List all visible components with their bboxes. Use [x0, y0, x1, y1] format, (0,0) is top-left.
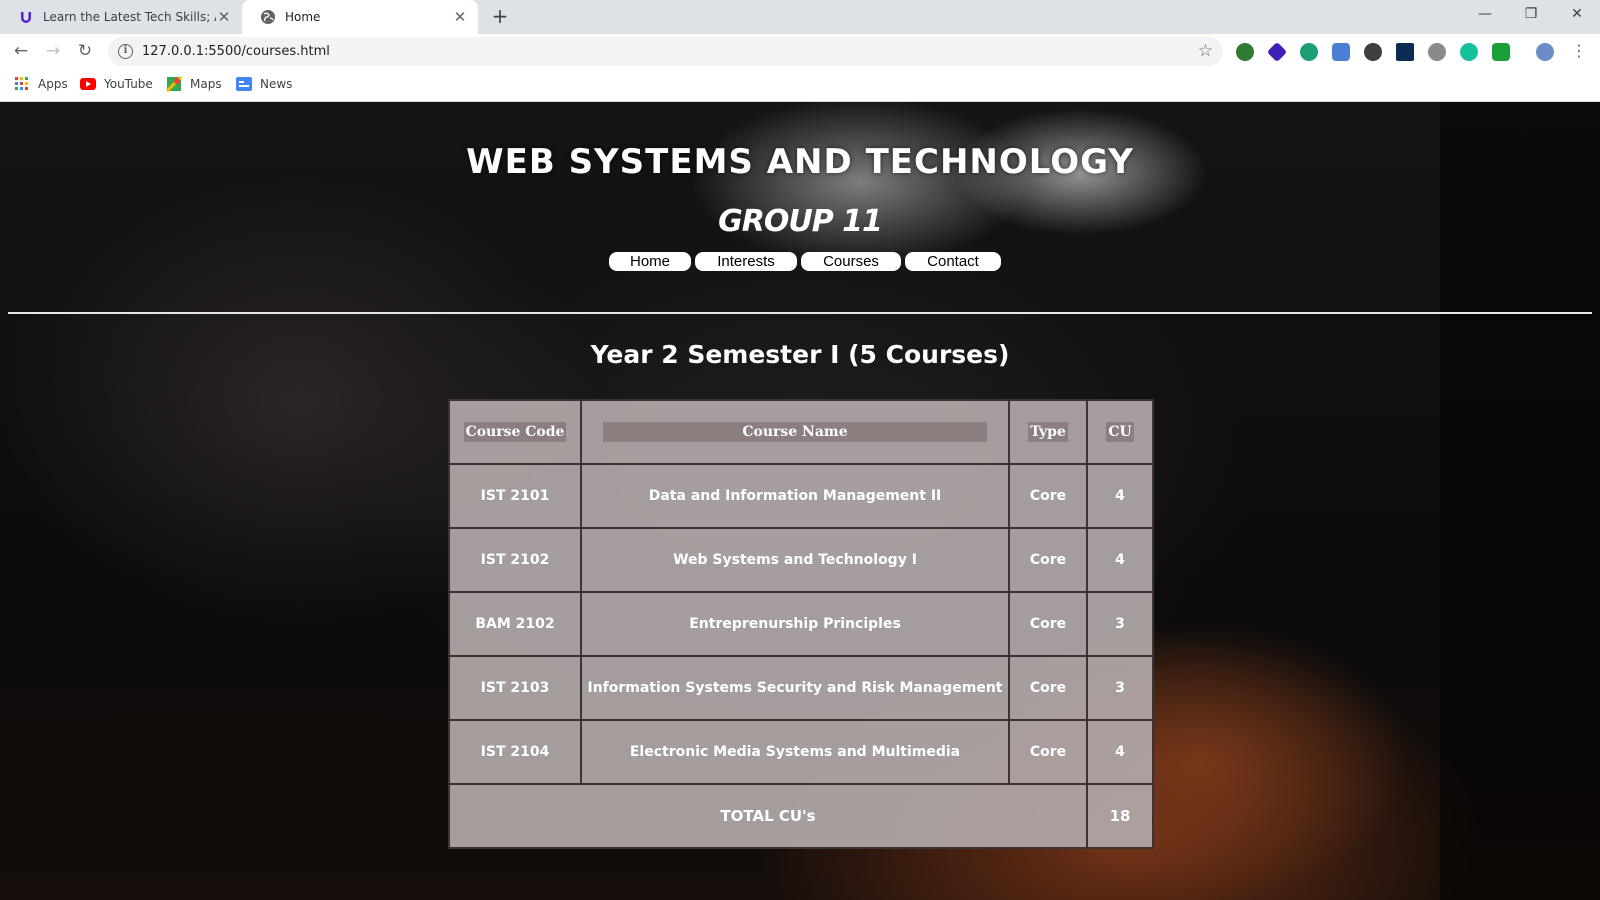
course-code-cell: IST 2102 — [448, 527, 582, 593]
total-row: TOTAL CU's 18 — [448, 783, 1154, 849]
udemy-logo-icon — [18, 9, 34, 25]
new-tab-button[interactable]: + — [488, 5, 512, 29]
header-label: CU — [1106, 422, 1134, 442]
course-cu-cell: 4 — [1086, 719, 1154, 785]
courses-table: Course Code Course Name Type CU IST 2101… — [448, 399, 1154, 849]
header-label: Course Code — [463, 422, 567, 442]
maps-icon — [166, 76, 182, 92]
course-name-cell: Data and Information Management II — [580, 463, 1010, 529]
nav-home-button[interactable]: Home — [609, 252, 691, 271]
bookmark-apps[interactable]: Apps — [14, 76, 68, 92]
header-cu: CU — [1086, 399, 1154, 465]
course-code-cell: IST 2103 — [448, 655, 582, 721]
bookmark-label: Apps — [38, 77, 68, 91]
nav-interests-button[interactable]: Interests — [695, 252, 797, 271]
total-value: 18 — [1086, 783, 1154, 849]
tab-udemy[interactable]: Learn the Latest Tech Skills; Adva ✕ — [0, 0, 242, 34]
extension-globe-icon[interactable] — [1236, 43, 1254, 61]
bookmark-label: News — [260, 77, 293, 91]
browser-toolbar: ← → ↻ i 127.0.0.1:5500/courses.html ☆ ⋮ — [0, 34, 1600, 68]
course-type-cell: Core — [1008, 655, 1088, 721]
tab-title: Learn the Latest Tech Skills; Adva — [43, 10, 216, 24]
table-row: IST 2104 Electronic Media Systems and Mu… — [448, 719, 1154, 785]
tab-home[interactable]: Home ✕ — [242, 0, 478, 34]
url-text[interactable]: 127.0.0.1:5500/courses.html — [142, 44, 330, 59]
youtube-icon — [80, 76, 96, 92]
extension-diamond-icon[interactable] — [1266, 41, 1288, 63]
back-arrow-icon[interactable]: ← — [8, 38, 34, 64]
course-cu-cell: 4 — [1086, 527, 1154, 593]
bookmark-star-icon[interactable]: ☆ — [1198, 41, 1213, 61]
header-course-code: Course Code — [448, 399, 582, 465]
extension-lock-icon[interactable] — [1492, 43, 1510, 61]
extension-chat-icon[interactable] — [1300, 43, 1318, 61]
avatar[interactable] — [1536, 43, 1554, 61]
table-header-row: Course Code Course Name Type CU — [448, 399, 1154, 465]
course-cu-cell: 4 — [1086, 463, 1154, 529]
header-course-name: Course Name — [580, 399, 1010, 465]
course-cu-cell: 3 — [1086, 655, 1154, 721]
header-type: Type — [1008, 399, 1088, 465]
course-type-cell: Core — [1008, 527, 1088, 593]
course-name-cell: Entreprenurship Principles — [580, 591, 1010, 657]
course-code-cell: BAM 2102 — [448, 591, 582, 657]
site-info-icon[interactable]: i — [118, 44, 133, 59]
restore-icon[interactable]: ❐ — [1508, 0, 1554, 30]
course-type-cell: Core — [1008, 719, 1088, 785]
extension-profile-icon[interactable] — [1428, 43, 1446, 61]
course-name-cell: Web Systems and Technology I — [580, 527, 1010, 593]
tab-bar: Learn the Latest Tech Skills; Adva ✕ Hom… — [0, 0, 1600, 34]
header-label: Type — [1028, 422, 1068, 442]
nav-courses-button[interactable]: Courses — [801, 252, 901, 271]
table-row: BAM 2102 Entreprenurship Principles Core… — [448, 591, 1154, 657]
table-row: IST 2103 Information Systems Security an… — [448, 655, 1154, 721]
reload-icon[interactable]: ↻ — [72, 38, 98, 64]
extension-window-icon[interactable] — [1332, 43, 1350, 61]
bookmark-label: Maps — [190, 77, 222, 91]
table-row: IST 2101 Data and Information Management… — [448, 463, 1154, 529]
bookmarks-bar: Apps YouTube Maps News — [0, 68, 1600, 102]
close-tab-icon[interactable]: ✕ — [216, 8, 232, 26]
semester-title: Year 2 Semester I (5 Courses) — [590, 340, 1010, 369]
grammarly-icon[interactable] — [1460, 43, 1478, 61]
divider — [8, 312, 1592, 314]
address-bar[interactable]: i 127.0.0.1:5500/courses.html ☆ — [108, 37, 1223, 66]
bookmark-label: YouTube — [104, 77, 153, 91]
menu-kebab-icon[interactable]: ⋮ — [1566, 38, 1592, 64]
site-subtitle: GROUP 11 — [718, 204, 883, 239]
bookmark-youtube[interactable]: YouTube — [80, 76, 153, 92]
forward-arrow-icon[interactable]: → — [40, 38, 66, 64]
globe-icon — [260, 9, 276, 25]
course-type-cell: Core — [1008, 463, 1088, 529]
site-title: WEB SYSTEMS AND TECHNOLOGY — [466, 142, 1134, 182]
extension-city-icon[interactable] — [1396, 43, 1414, 61]
page-viewport: WEB SYSTEMS AND TECHNOLOGY GROUP 11 Home… — [0, 102, 1600, 900]
nav-contact-button[interactable]: Contact — [905, 252, 1001, 271]
course-name-cell: Information Systems Security and Risk Ma… — [580, 655, 1010, 721]
minimize-icon[interactable]: — — [1462, 0, 1508, 30]
news-icon — [236, 76, 252, 92]
tab-title: Home — [285, 10, 321, 24]
course-cu-cell: 3 — [1086, 591, 1154, 657]
course-code-cell: IST 2104 — [448, 719, 582, 785]
close-tab-icon[interactable]: ✕ — [452, 8, 468, 26]
download-icon[interactable] — [1364, 43, 1382, 61]
total-label: TOTAL CU's — [448, 783, 1088, 849]
main-nav: Home Interests Courses Contact — [0, 252, 1600, 271]
course-type-cell: Core — [1008, 591, 1088, 657]
header-label: Course Name — [603, 422, 987, 442]
bookmark-maps[interactable]: Maps — [166, 76, 222, 92]
table-row: IST 2102 Web Systems and Technology I Co… — [448, 527, 1154, 593]
course-code-cell: IST 2101 — [448, 463, 582, 529]
close-window-icon[interactable]: ✕ — [1554, 0, 1600, 30]
apps-grid-icon — [14, 76, 30, 92]
bookmark-news[interactable]: News — [236, 76, 292, 92]
course-name-cell: Electronic Media Systems and Multimedia — [580, 719, 1010, 785]
